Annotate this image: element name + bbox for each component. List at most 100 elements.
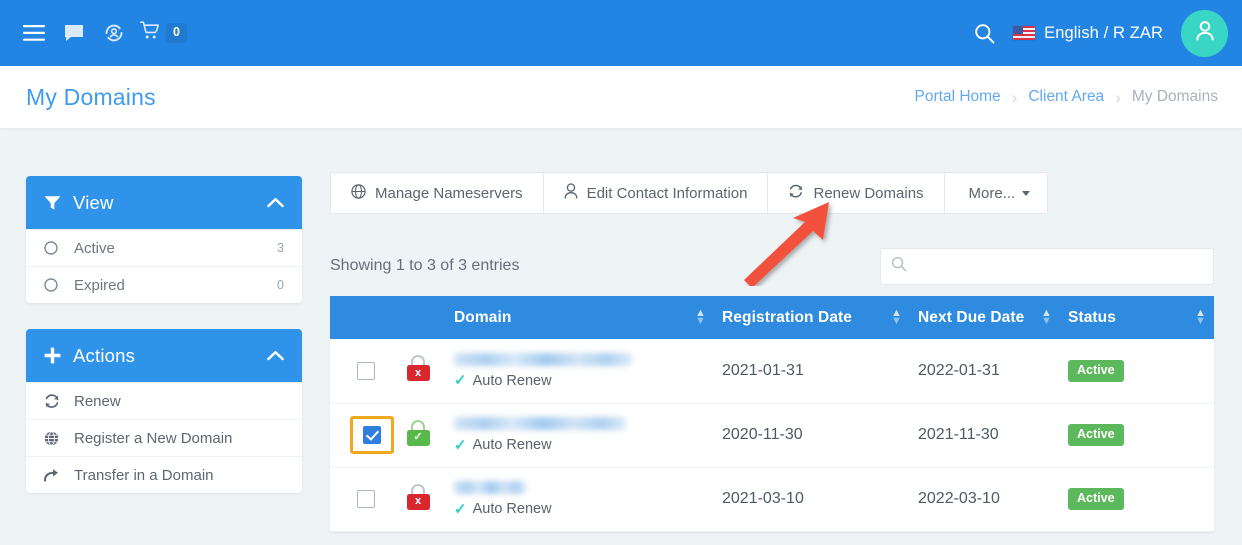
view-panel-title: View xyxy=(73,191,114,213)
row-domain-cell: ✓ Auto Renew xyxy=(446,467,714,532)
lock-icon: ✓ xyxy=(406,419,430,446)
renew-domains-label: Renew Domains xyxy=(813,184,924,202)
edit-contact-information-button[interactable]: Edit Contact Information xyxy=(543,173,769,213)
row-checkbox[interactable] xyxy=(357,489,375,508)
auto-renew-label: Auto Renew xyxy=(472,437,552,453)
actions-panel-header[interactable]: Actions xyxy=(26,329,302,382)
lock-glyph: x xyxy=(406,493,430,510)
status-badge: Active xyxy=(1068,488,1124,510)
lock-glyph: x xyxy=(406,365,430,382)
row-checkbox[interactable] xyxy=(357,361,375,380)
action-transfer-label: Transfer in a Domain xyxy=(74,466,214,484)
actions-panel-title: Actions xyxy=(73,344,136,366)
domain-name-redacted xyxy=(454,352,632,366)
view-filter-active-count: 3 xyxy=(277,241,284,255)
caret-down-icon xyxy=(1022,190,1031,196)
check-icon: ✓ xyxy=(454,372,467,390)
breadcrumb-item-client-area[interactable]: Client Area xyxy=(1028,88,1104,106)
header-registration-date[interactable]: Registration Date ▲ ▼ xyxy=(714,296,910,339)
status-badge: Active xyxy=(1068,360,1124,382)
language-currency-selector[interactable]: English / R ZAR xyxy=(1013,24,1163,43)
topnav-left-group: 0 xyxy=(0,13,187,53)
view-filter-active-label: Active xyxy=(74,239,115,257)
row-checkbox-cell[interactable] xyxy=(330,339,390,404)
row-checkbox-cell[interactable] xyxy=(330,467,390,532)
header-next-due-date[interactable]: Next Due Date ▲ ▼ xyxy=(910,296,1060,339)
row-checkbox-cell[interactable] xyxy=(330,403,394,468)
language-currency-label: English / R ZAR xyxy=(1044,23,1163,42)
domain-name-redacted xyxy=(454,481,526,494)
check-icon: ✓ xyxy=(454,436,467,454)
support-agent-icon[interactable] xyxy=(94,13,134,53)
filter-funnel-icon xyxy=(44,195,61,211)
search-icon[interactable] xyxy=(974,23,995,44)
user-avatar-button[interactable] xyxy=(1181,9,1228,57)
lock-icon: x xyxy=(406,483,430,510)
view-filter-active[interactable]: Active 3 xyxy=(26,229,302,266)
transfer-arrow-icon xyxy=(44,468,64,482)
row-lock-cell: ✓ xyxy=(390,403,446,468)
sort-arrows-icon: ▲ ▼ xyxy=(1041,306,1052,327)
auto-renew-status: ✓ Auto Renew xyxy=(454,373,706,389)
view-panel-header[interactable]: View xyxy=(26,176,302,229)
row-next-due-date: 2022-03-10 xyxy=(910,467,1060,532)
manage-nameservers-label: Manage Nameservers xyxy=(375,184,523,202)
table-row[interactable]: x ✓ Auto Renew 2021-01-31 2022-01-31 Act… xyxy=(330,339,1214,404)
breadcrumb-item-portal-home[interactable]: Portal Home xyxy=(915,88,1001,106)
row-status-cell: Active xyxy=(1060,339,1214,404)
renew-domains-button[interactable]: Renew Domains xyxy=(768,173,945,213)
lock-icon: x xyxy=(406,355,430,382)
chevron-up-icon[interactable] xyxy=(267,197,284,208)
header-status[interactable]: Status ▲ ▼ xyxy=(1060,296,1214,339)
header-status-label: Status xyxy=(1068,308,1116,326)
page-title: My Domains xyxy=(26,83,156,110)
main-content-area: View Active 3 Expired 0 Actions Renew Re… xyxy=(0,128,1242,545)
row-status-cell: Active xyxy=(1060,467,1214,532)
status-badge: Active xyxy=(1068,424,1124,446)
row-domain-cell: ✓ Auto Renew xyxy=(446,403,714,468)
action-register-new-domain[interactable]: Register a New Domain xyxy=(26,419,302,456)
sort-arrows-icon: ▲ ▼ xyxy=(891,306,902,327)
more-dropdown-button[interactable]: More... xyxy=(944,173,1047,213)
lock-glyph: ✓ xyxy=(406,429,430,446)
check-icon: ✓ xyxy=(454,500,467,518)
top-navigation-bar: 0 English / R ZAR xyxy=(0,0,1242,66)
domains-main-panel: Manage Nameservers Edit Contact Informat… xyxy=(330,172,1214,532)
user-outline-icon xyxy=(564,183,578,203)
table-search-box[interactable] xyxy=(880,247,1214,285)
view-filter-expired[interactable]: Expired 0 xyxy=(26,266,302,303)
table-row[interactable]: x ✓ Auto Renew 2021-03-10 2022-03-10 Act… xyxy=(330,467,1214,532)
row-domain-cell: ✓ Auto Renew xyxy=(446,339,714,404)
breadcrumb: Portal Home › Client Area › My Domains xyxy=(915,88,1218,106)
hamburger-menu-icon[interactable] xyxy=(14,13,54,53)
header-domain[interactable]: Domain ▲ ▼ xyxy=(446,296,714,339)
chat-bubble-icon[interactable] xyxy=(54,13,94,53)
row-registration-date: 2020-11-30 xyxy=(714,403,910,468)
view-filter-expired-count: 0 xyxy=(277,278,284,292)
row-registration-date: 2021-01-31 xyxy=(714,339,910,404)
page-root: 0 English / R ZAR My Domains Portal Home… xyxy=(0,0,1242,545)
shopping-cart-button[interactable]: 0 xyxy=(134,21,187,45)
table-search-input[interactable] xyxy=(914,258,1203,274)
globe-icon xyxy=(44,430,64,446)
row-lock-cell: x xyxy=(390,467,446,532)
table-row[interactable]: ✓ ✓ Auto Renew 2020-11-30 2021-11-30 Act… xyxy=(330,403,1214,468)
showing-entries-text: Showing 1 to 3 of 3 entries xyxy=(330,257,520,274)
more-dropdown-label: More... xyxy=(968,184,1016,202)
action-renew-label: Renew xyxy=(74,392,121,410)
action-renew[interactable]: Renew xyxy=(26,382,302,419)
plus-icon xyxy=(44,347,61,364)
chevron-up-icon[interactable] xyxy=(267,350,284,361)
cart-item-count: 0 xyxy=(166,23,187,43)
edit-contact-information-label: Edit Contact Information xyxy=(586,184,748,202)
manage-nameservers-button[interactable]: Manage Nameservers xyxy=(331,173,544,213)
header-select-all[interactable] xyxy=(330,296,390,339)
action-register-label: Register a New Domain xyxy=(74,429,233,447)
breadcrumb-separator-icon: › xyxy=(1011,87,1018,107)
action-transfer-in-domain[interactable]: Transfer in a Domain xyxy=(26,456,302,493)
table-header-row: Domain ▲ ▼ Registration Date ▲ ▼ Next Du… xyxy=(330,296,1214,339)
globe-icon xyxy=(351,183,366,203)
checkbox-highlight-annotation xyxy=(350,415,394,455)
row-checkbox[interactable] xyxy=(363,425,381,444)
breadcrumb-separator-icon: › xyxy=(1115,87,1121,107)
